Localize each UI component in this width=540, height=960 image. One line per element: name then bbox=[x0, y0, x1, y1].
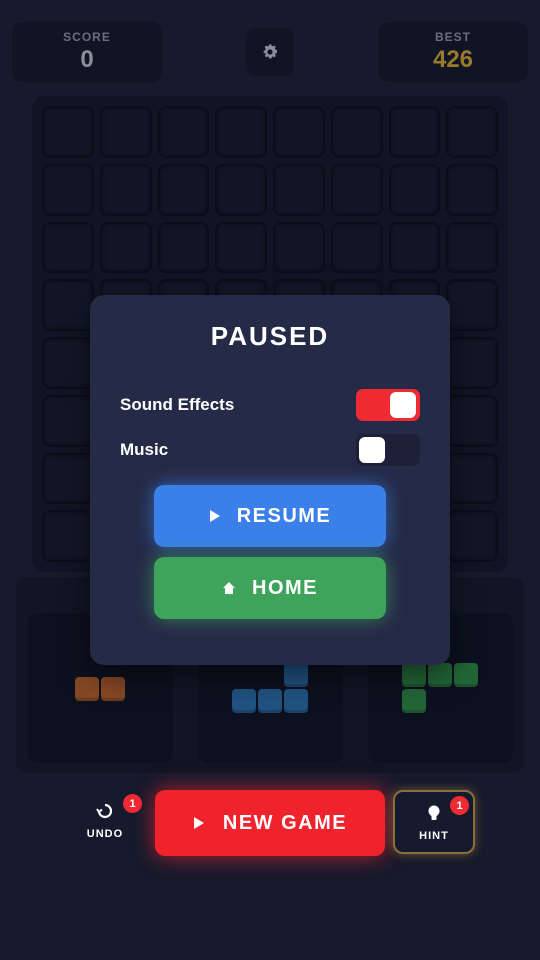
toggle-knob bbox=[390, 392, 416, 418]
play-icon bbox=[193, 817, 204, 829]
music-label: Music bbox=[120, 440, 169, 459]
pause-title: PAUSED bbox=[210, 321, 330, 351]
hint-count-badge: 1 bbox=[450, 796, 469, 815]
play-icon bbox=[209, 510, 220, 522]
toggle-knob bbox=[359, 437, 385, 463]
home-label: HOME bbox=[252, 576, 318, 599]
resume-label: RESUME bbox=[236, 504, 332, 527]
undo-icon bbox=[96, 803, 113, 819]
home-icon bbox=[223, 582, 235, 594]
home-button[interactable]: HOME bbox=[154, 557, 386, 619]
sound-effects-label: Sound Effects bbox=[120, 395, 235, 414]
undo-button[interactable]: 1 UNDO bbox=[64, 790, 146, 854]
music-toggle[interactable] bbox=[356, 434, 420, 466]
sound-effects-toggle[interactable] bbox=[356, 389, 420, 421]
lightbulb-icon bbox=[428, 805, 440, 820]
undo-label: UNDO bbox=[86, 828, 124, 840]
sound-effects-row: Sound Effects bbox=[120, 389, 420, 421]
new-game-label: NEW GAME bbox=[222, 811, 348, 834]
music-row: Music bbox=[120, 434, 420, 466]
new-game-button[interactable]: NEW GAME bbox=[155, 790, 385, 856]
hint-button[interactable]: 1 HINT bbox=[393, 790, 475, 854]
hint-label: HINT bbox=[419, 830, 449, 842]
resume-button[interactable]: RESUME bbox=[154, 485, 386, 547]
undo-count-badge: 1 bbox=[123, 794, 142, 813]
pause-dialog: PAUSED Sound Effects Music RESUME HOME bbox=[90, 295, 450, 665]
